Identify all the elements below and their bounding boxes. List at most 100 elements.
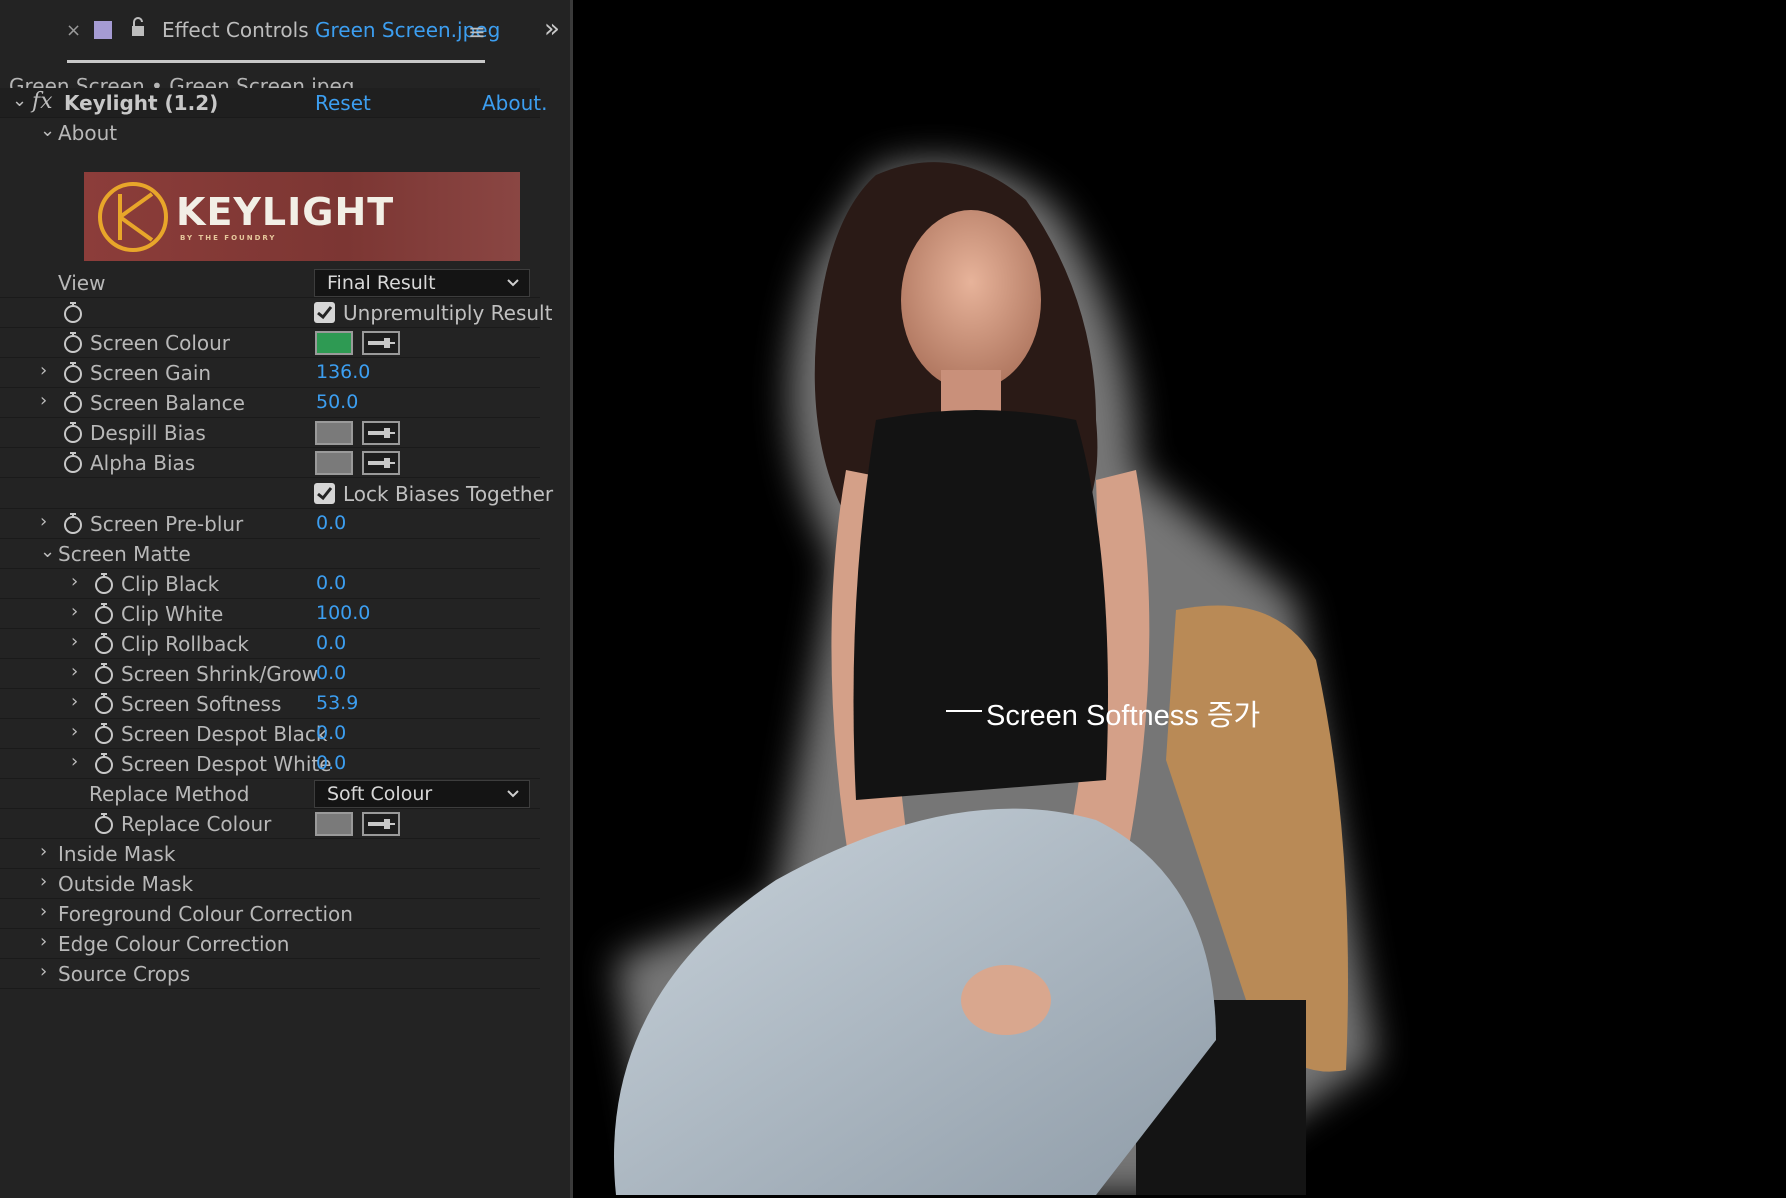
chevron-right-icon[interactable]: ›	[40, 360, 47, 381]
about-group-row[interactable]: ⌄ About	[0, 118, 540, 170]
chevron-right-icon[interactable]: ›	[40, 390, 47, 411]
despot-black-value[interactable]: 0.0	[316, 722, 346, 744]
eyedropper-icon[interactable]	[362, 331, 400, 355]
view-label: View	[58, 271, 106, 295]
fg-correction-group-row[interactable]: › Foreground Colour Correction	[0, 899, 540, 929]
view-dropdown[interactable]: Final Result	[314, 269, 530, 297]
logo-subtext: BY THE FOUNDRY	[180, 234, 277, 242]
clip-black-row: › Clip Black 0.0	[0, 569, 540, 599]
lock-biases-row: Lock Biases Together	[0, 479, 553, 509]
screen-preblur-row: › Screen Pre-blur 0.0	[0, 509, 540, 539]
label-color-swatch[interactable]	[94, 21, 112, 39]
stopwatch-icon[interactable]	[93, 812, 115, 838]
eyedropper-icon[interactable]	[362, 451, 400, 475]
despot-white-label: Screen Despot White	[121, 752, 332, 776]
lock-biases-checkbox[interactable]	[314, 483, 335, 504]
clip-rollback-value[interactable]: 0.0	[316, 632, 346, 654]
clip-rollback-row: › Clip Rollback 0.0	[0, 629, 540, 659]
about-button[interactable]: About.	[482, 91, 548, 115]
chevron-right-icon[interactable]: ›	[71, 571, 78, 592]
stopwatch-icon[interactable]	[93, 662, 115, 688]
close-tab-icon[interactable]: ×	[66, 20, 81, 41]
stopwatch-icon[interactable]	[93, 572, 115, 598]
replace-colour-row: Replace Colour	[0, 809, 540, 839]
chevron-right-icon[interactable]: ›	[71, 691, 78, 712]
chevron-right-icon[interactable]: ›	[40, 841, 47, 862]
chevron-down-icon[interactable]: ⌄	[40, 541, 55, 562]
clip-black-label: Clip Black	[121, 572, 220, 596]
chevron-down-icon	[507, 790, 519, 798]
chevron-right-icon[interactable]: ›	[40, 961, 47, 982]
chevron-right-icon[interactable]: ›	[40, 901, 47, 922]
screen-matte-group-row[interactable]: ⌄ Screen Matte	[0, 539, 540, 569]
replace-colour-swatch[interactable]	[315, 812, 353, 836]
view-row: View Final Result	[0, 268, 540, 298]
chevron-right-icon[interactable]: ›	[71, 601, 78, 622]
fx-icon[interactable]: fx	[32, 89, 53, 114]
shrink-grow-value[interactable]: 0.0	[316, 662, 346, 684]
reset-button[interactable]: Reset	[315, 91, 371, 115]
stopwatch-icon[interactable]	[62, 331, 84, 357]
stopwatch-icon[interactable]	[62, 391, 84, 417]
chevron-right-icon[interactable]: ›	[40, 511, 47, 532]
eyedropper-icon[interactable]	[362, 421, 400, 445]
chevron-right-icon[interactable]: ›	[71, 661, 78, 682]
screen-gain-value[interactable]: 136.0	[316, 361, 370, 383]
screen-balance-value[interactable]: 50.0	[316, 391, 358, 413]
replace-method-dropdown[interactable]: Soft Colour	[314, 780, 530, 808]
source-crops-label: Source Crops	[58, 962, 191, 986]
despot-white-value[interactable]: 0.0	[316, 752, 346, 774]
source-crops-group-row[interactable]: › Source Crops	[0, 959, 540, 989]
stopwatch-icon[interactable]	[93, 632, 115, 658]
unpremultiply-checkbox[interactable]	[314, 302, 335, 323]
chevron-down-icon[interactable]: ⌄	[40, 120, 55, 141]
chevron-down-icon	[507, 279, 519, 287]
replace-method-label: Replace Method	[89, 782, 250, 806]
screen-softness-value[interactable]: 53.9	[316, 692, 358, 714]
edge-correction-label: Edge Colour Correction	[58, 932, 290, 956]
hands-shape	[961, 965, 1051, 1035]
eyedropper-icon[interactable]	[362, 812, 400, 836]
clip-black-value[interactable]: 0.0	[316, 572, 346, 594]
chevron-right-icon[interactable]: ›	[40, 871, 47, 892]
panel-menu-icon[interactable]: ≡	[468, 20, 486, 44]
chevron-right-icon[interactable]: ›	[40, 931, 47, 952]
stopwatch-icon[interactable]	[62, 361, 84, 387]
despill-bias-swatch[interactable]	[315, 421, 353, 445]
stopwatch-icon[interactable]	[62, 512, 84, 538]
unpremultiply-row: Unpremultiply Result	[0, 298, 552, 328]
outside-mask-label: Outside Mask	[58, 872, 194, 896]
clip-white-value[interactable]: 100.0	[316, 602, 370, 624]
screen-colour-swatch[interactable]	[315, 331, 353, 355]
screen-preblur-value[interactable]: 0.0	[316, 512, 346, 534]
edge-correction-group-row[interactable]: › Edge Colour Correction	[0, 929, 540, 959]
active-tab-underline	[67, 60, 485, 63]
outside-mask-group-row[interactable]: › Outside Mask	[0, 869, 540, 899]
stopwatch-icon[interactable]	[93, 722, 115, 748]
stopwatch-icon[interactable]	[93, 602, 115, 628]
clip-white-row: › Clip White 100.0	[0, 599, 540, 629]
chevron-right-icon[interactable]: ›	[71, 751, 78, 772]
tab-effect-controls[interactable]: Effect Controls Green Screen.jpeg	[162, 18, 500, 42]
stopwatch-icon[interactable]	[62, 451, 84, 477]
chevron-right-icon[interactable]: ›	[71, 631, 78, 652]
stopwatch-icon[interactable]	[93, 752, 115, 778]
alpha-bias-swatch[interactable]	[315, 451, 353, 475]
face-shape	[901, 210, 1041, 390]
panel-overflow-icon[interactable]: »	[544, 14, 560, 44]
stopwatch-icon[interactable]	[93, 692, 115, 718]
despill-bias-label: Despill Bias	[90, 421, 206, 445]
stopwatch-icon[interactable]	[62, 421, 84, 447]
composition-viewer[interactable]: Screen Softness 증가	[576, 0, 1786, 1195]
chevron-right-icon[interactable]: ›	[71, 721, 78, 742]
stopwatch-icon[interactable]	[62, 301, 84, 327]
check-icon	[317, 487, 333, 501]
replace-method-row: Replace Method Soft Colour	[0, 779, 540, 809]
lock-icon[interactable]	[130, 17, 146, 41]
keylight-logo-icon	[98, 182, 168, 252]
about-group-label: About	[58, 121, 118, 145]
alpha-bias-label: Alpha Bias	[90, 451, 196, 475]
chevron-down-icon[interactable]: ⌄	[12, 90, 27, 111]
screen-gain-row: › Screen Gain 136.0	[0, 358, 540, 388]
inside-mask-group-row[interactable]: › Inside Mask	[0, 839, 540, 869]
